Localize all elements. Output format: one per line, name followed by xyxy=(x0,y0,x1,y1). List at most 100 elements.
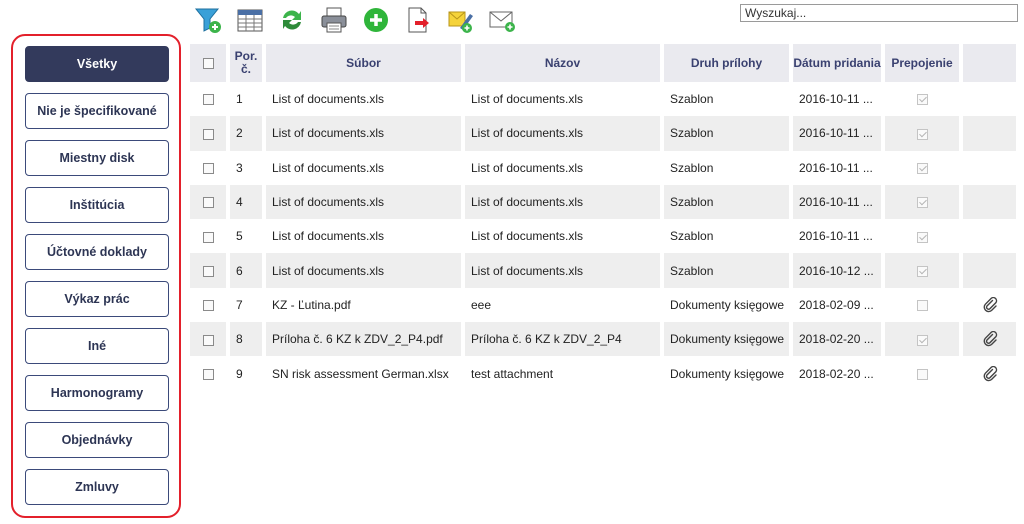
select-all-checkbox[interactable] xyxy=(202,57,214,69)
row-number: 2 xyxy=(230,116,262,151)
row-checkbox[interactable] xyxy=(202,231,214,243)
search-input[interactable] xyxy=(740,4,1018,22)
row-attachment-cell xyxy=(963,322,1016,357)
table-row[interactable]: 9 SN risk assessment German.xlsx test atta… xyxy=(190,356,1016,390)
row-attachment-cell xyxy=(963,184,1016,220)
table-row[interactable]: 8 Príloha č. 6 KZ k ZDV_2_P4.pdf Príloha č… xyxy=(190,322,1016,357)
row-checkbox[interactable] xyxy=(202,197,214,209)
table-row[interactable]: 5 List of documents.xls List of documents.… xyxy=(190,219,1016,253)
row-select-cell xyxy=(190,82,226,116)
row-select-cell xyxy=(190,184,226,220)
print-icon[interactable] xyxy=(320,6,348,34)
link-checkbox xyxy=(916,231,928,243)
row-date: 2018-02-20 ... xyxy=(799,366,874,381)
link-checkbox xyxy=(916,334,928,346)
row-attachment-cell xyxy=(963,151,1016,185)
filter-add-icon[interactable] xyxy=(194,6,222,34)
category-institution-button[interactable]: Inštitúcia xyxy=(25,187,169,223)
table-row[interactable]: 7 KZ - Ľutina.pdf eee Dokumenty księgowe 201… xyxy=(190,288,1016,322)
row-checkbox[interactable] xyxy=(202,334,214,346)
row-checkbox[interactable] xyxy=(202,163,214,175)
category-other-button[interactable]: Iné xyxy=(25,328,169,364)
row-date: 2016-10-11 ... xyxy=(793,116,881,151)
category-all-button[interactable]: Všetky xyxy=(25,46,169,82)
row-select-cell xyxy=(190,253,226,288)
category-schedules-button[interactable]: Harmonogramy xyxy=(25,375,169,411)
row-type: Szablon xyxy=(670,160,714,175)
row-select-cell xyxy=(190,288,226,322)
row-name: List of documents.xls xyxy=(471,160,584,175)
row-name: Príloha č. 6 KZ k ZDV_2_P4 xyxy=(465,322,660,357)
row-file: SN risk assessment German.xlsx xyxy=(272,366,449,381)
row-file: KZ - Ľutina.pdf xyxy=(272,297,351,312)
row-select-cell xyxy=(190,116,226,151)
row-checkbox[interactable] xyxy=(202,128,214,140)
table-columns-icon[interactable] xyxy=(236,6,264,34)
column-header-link[interactable]: Prepojenie xyxy=(885,44,959,82)
row-checkbox[interactable] xyxy=(202,300,214,312)
column-header-file[interactable]: Súbor xyxy=(266,44,461,82)
column-header-number[interactable]: Por. č. xyxy=(230,44,262,82)
category-orders-button[interactable]: Objednávky xyxy=(25,422,169,458)
row-file: List of documents.xls xyxy=(266,184,461,220)
row-name: List of documents.xls xyxy=(471,229,584,244)
row-attachment-cell xyxy=(963,116,1016,151)
category-local-disk-button[interactable]: Miestny disk xyxy=(25,140,169,176)
row-type: Dokumenty księgowe xyxy=(670,366,785,381)
category-sidebar: Všetky Nie je špecifikované Miestny disk… xyxy=(11,34,181,518)
row-link-cell xyxy=(885,82,959,116)
category-contracts-button[interactable]: Zmluvy xyxy=(25,469,169,505)
link-checkbox xyxy=(916,128,928,140)
row-attachment-cell xyxy=(963,288,1016,322)
export-document-icon[interactable] xyxy=(404,6,432,34)
row-date: 2016-10-11 ... xyxy=(793,184,881,220)
table-row[interactable]: 1 List of documents.xls List of documents.… xyxy=(190,82,1016,116)
link-checkbox xyxy=(916,265,928,277)
row-date: 2018-02-09 ... xyxy=(799,297,874,312)
row-type: Szablon xyxy=(664,116,789,151)
row-link-cell xyxy=(885,219,959,253)
select-all-header xyxy=(190,44,226,82)
row-select-cell xyxy=(190,151,226,185)
row-link-cell xyxy=(885,184,959,220)
row-date: 2016-10-12 ... xyxy=(793,253,881,288)
row-checkbox[interactable] xyxy=(202,94,214,106)
paperclip-icon[interactable] xyxy=(982,331,998,347)
row-select-cell xyxy=(190,356,226,390)
row-name: eee xyxy=(471,297,492,312)
table-row[interactable]: 3 List of documents.xls List of documents.… xyxy=(190,151,1016,185)
link-checkbox xyxy=(916,197,928,209)
category-work-report-button[interactable]: Výkaz prác xyxy=(25,281,169,317)
row-link-cell xyxy=(885,356,959,390)
refresh-icon[interactable] xyxy=(278,6,306,34)
category-unspecified-button[interactable]: Nie je špecifikované xyxy=(25,93,169,129)
row-date: 2016-10-11 ... xyxy=(799,92,873,107)
link-checkbox xyxy=(916,300,928,312)
link-checkbox xyxy=(916,368,928,380)
row-number: 9 xyxy=(236,366,243,381)
table-row[interactable]: 4 List of documents.xls List of documents.… xyxy=(190,184,1016,220)
row-attachment-cell xyxy=(963,356,1016,390)
link-checkbox xyxy=(916,163,928,175)
column-header-date[interactable]: Dátum pridania xyxy=(793,44,881,82)
edit-attachment-icon[interactable] xyxy=(446,6,474,34)
row-number: 5 xyxy=(236,229,243,244)
row-type: Dokumenty księgowe xyxy=(664,322,789,357)
mail-add-icon[interactable] xyxy=(488,6,516,34)
row-number: 7 xyxy=(236,297,243,312)
category-accounting-button[interactable]: Účtovné doklady xyxy=(25,234,169,270)
row-select-cell xyxy=(190,219,226,253)
add-icon[interactable] xyxy=(362,6,390,34)
table-row[interactable]: 2 List of documents.xls List of documents.… xyxy=(190,116,1016,151)
table-row[interactable]: 6 List of documents.xls List of documents.… xyxy=(190,253,1016,288)
link-checkbox xyxy=(916,94,928,106)
row-checkbox[interactable] xyxy=(202,368,214,380)
row-checkbox[interactable] xyxy=(202,265,214,277)
row-name: List of documents.xls xyxy=(465,184,660,220)
row-type: Dokumenty księgowe xyxy=(670,297,785,312)
paperclip-icon[interactable] xyxy=(982,296,998,313)
paperclip-icon[interactable] xyxy=(982,365,998,382)
row-link-cell xyxy=(885,322,959,357)
column-header-type[interactable]: Druh prílohy xyxy=(664,44,789,82)
column-header-name[interactable]: Názov xyxy=(465,44,660,82)
